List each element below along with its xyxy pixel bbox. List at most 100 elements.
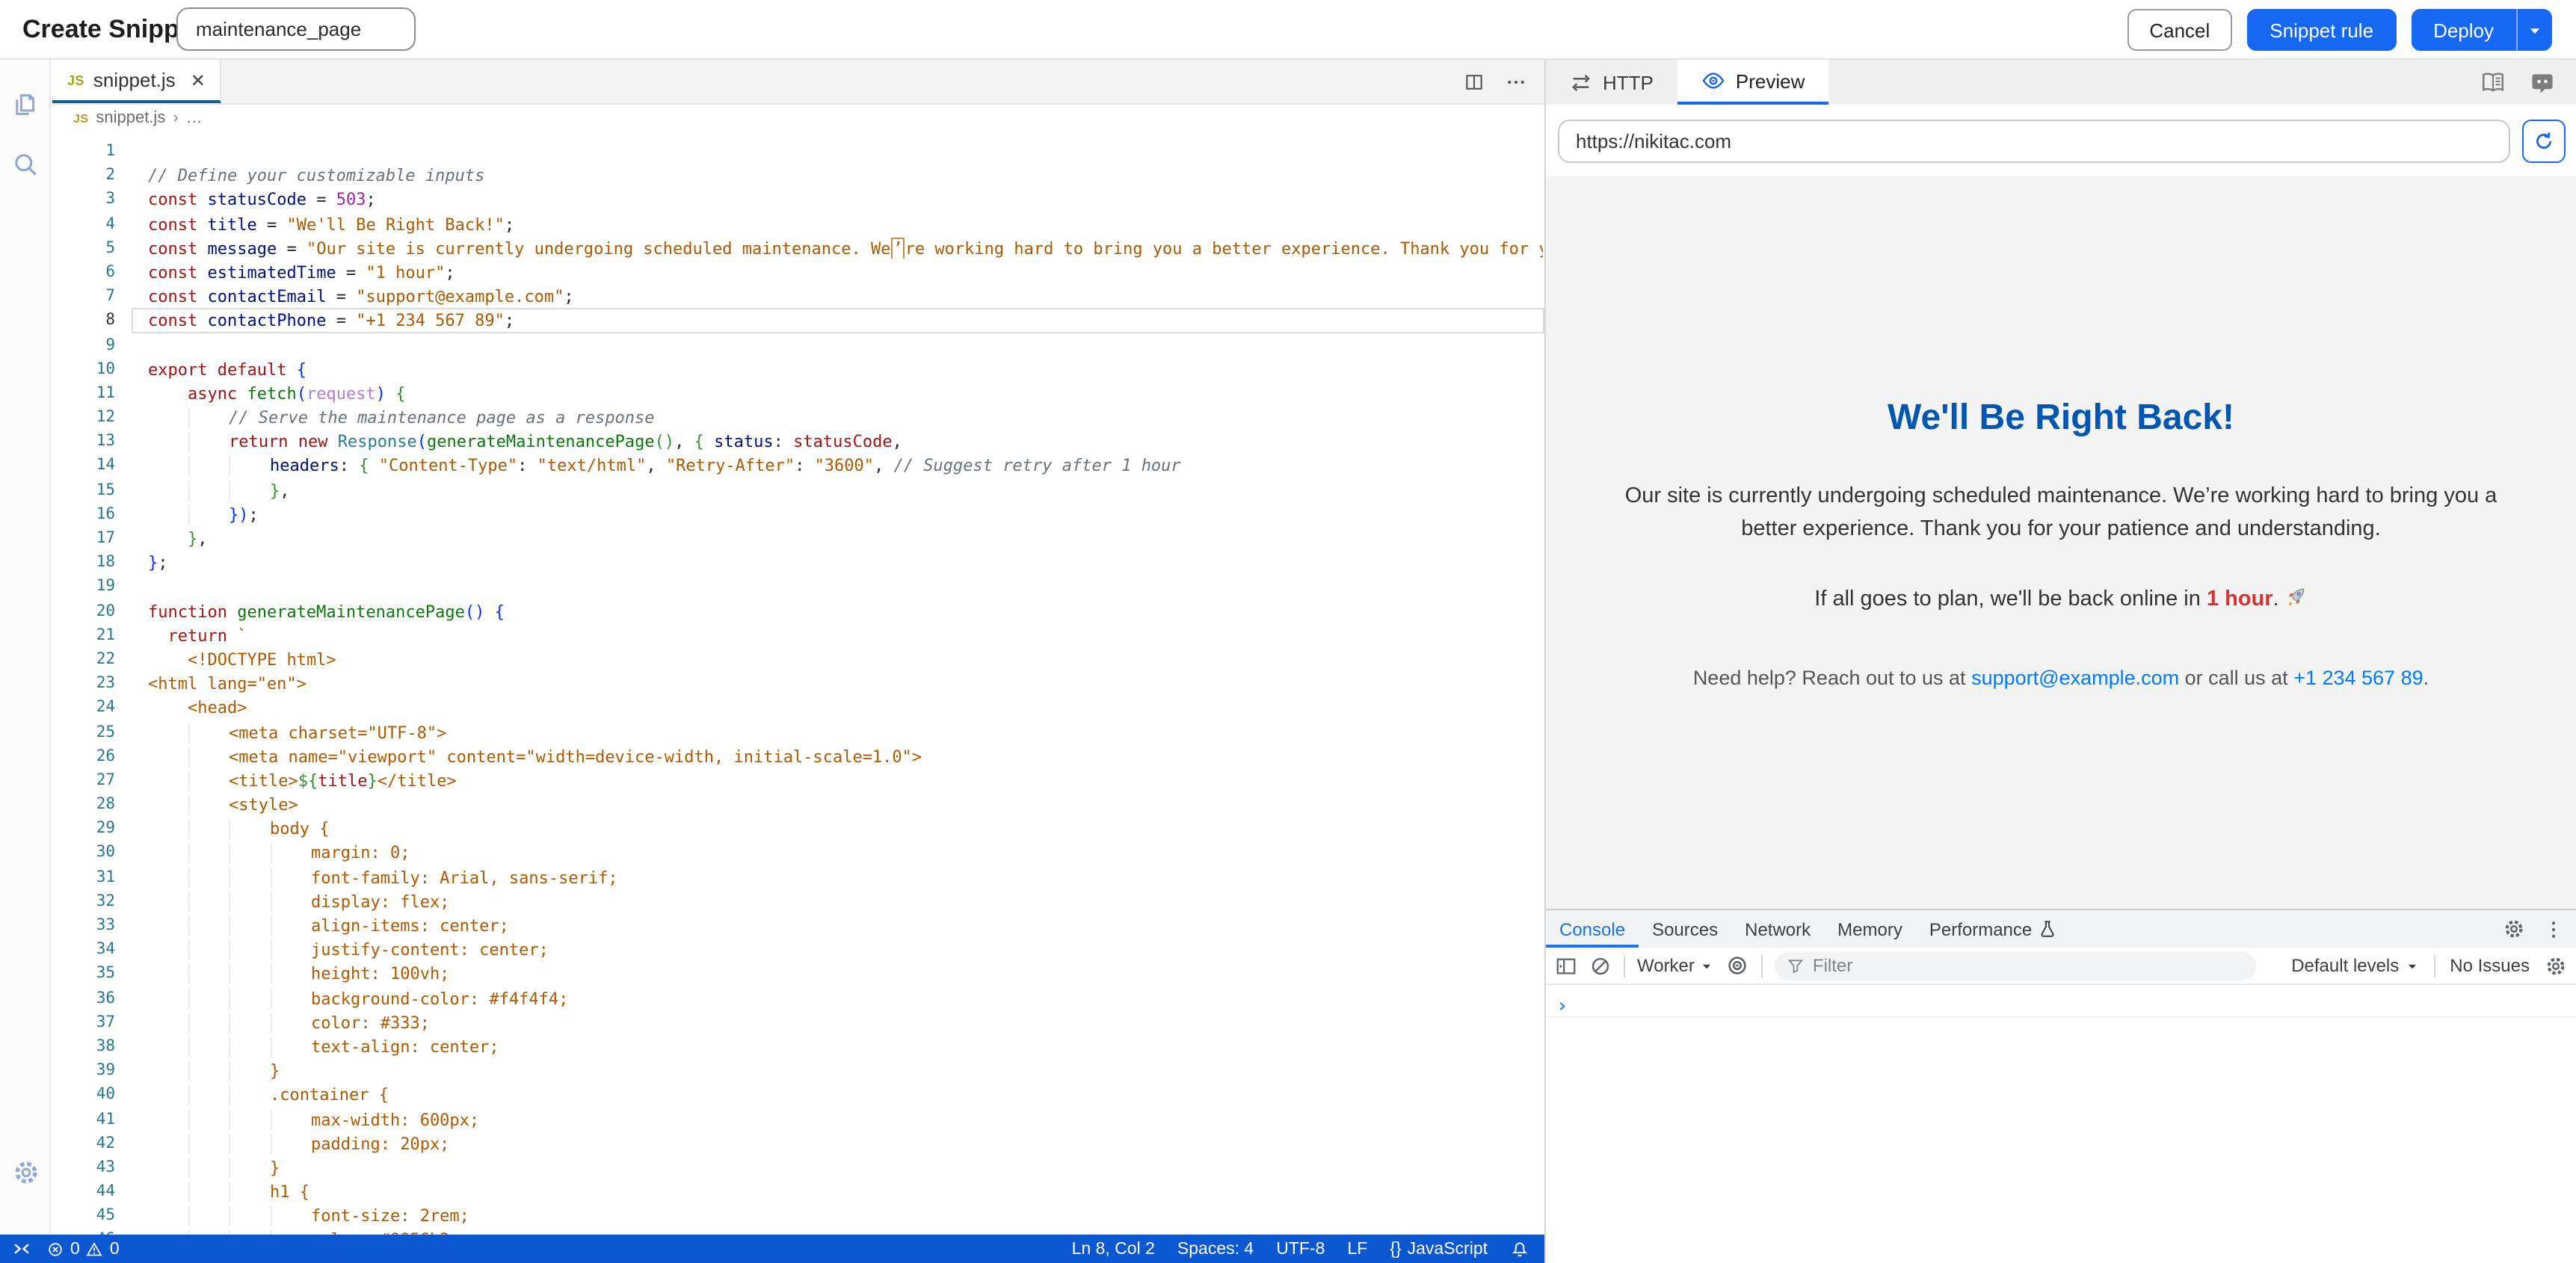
line-number[interactable]: 20 — [52, 599, 132, 623]
tab-preview[interactable]: Preview — [1677, 60, 1829, 105]
code-line[interactable]: 19 — [52, 575, 1544, 599]
line-number[interactable]: 16 — [52, 502, 132, 526]
cancel-button[interactable]: Cancel — [2127, 9, 2232, 51]
line-number[interactable]: 2 — [52, 163, 132, 187]
console-settings-gear-icon[interactable] — [2545, 954, 2567, 977]
code-line[interactable]: 40 .container { — [52, 1083, 1544, 1107]
line-number[interactable]: 4 — [52, 211, 132, 235]
code-line[interactable]: 11 async fetch(request) { — [52, 381, 1544, 405]
line-number[interactable]: 1 — [52, 139, 132, 163]
line-number[interactable]: 21 — [52, 623, 132, 647]
code-line[interactable]: 24 <head> — [52, 696, 1544, 720]
code-line[interactable]: 29 body { — [52, 817, 1544, 841]
line-number[interactable]: 10 — [52, 356, 132, 380]
line-number[interactable]: 7 — [52, 284, 132, 308]
breadcrumb[interactable]: JS snippet.js › … — [52, 105, 1544, 132]
code-line[interactable]: 10export default { — [52, 356, 1544, 380]
line-number[interactable]: 6 — [52, 260, 132, 284]
line-number[interactable]: 15 — [52, 478, 132, 501]
language-mode[interactable]: {} JavaScript — [1390, 1240, 1488, 1258]
code-line[interactable]: 31 font-family: Arial, sans-serif; — [52, 865, 1544, 889]
line-number[interactable]: 34 — [52, 937, 132, 961]
refresh-button[interactable] — [2522, 119, 2566, 162]
devtools-tab-network[interactable]: Network — [1731, 910, 1824, 948]
code-line[interactable]: 28 <style> — [52, 792, 1544, 816]
code-line[interactable]: 7const contactEmail = "support@example.c… — [52, 284, 1544, 308]
code-line[interactable]: 35 height: 100vh; — [52, 962, 1544, 986]
discord-icon[interactable] — [2530, 70, 2555, 95]
code-line[interactable]: 1 — [52, 139, 1544, 163]
notifications-bell-icon[interactable] — [1510, 1239, 1529, 1259]
line-number[interactable]: 13 — [52, 430, 132, 454]
code-line[interactable]: 8const contactPhone = "+1 234 567 89"; — [52, 309, 1544, 333]
close-tab-icon[interactable]: ✕ — [191, 70, 206, 90]
line-number[interactable]: 23 — [52, 671, 132, 695]
line-number[interactable]: 40 — [52, 1083, 132, 1107]
line-number[interactable]: 37 — [52, 1010, 132, 1034]
line-number[interactable]: 32 — [52, 889, 132, 913]
line-number[interactable]: 29 — [52, 817, 132, 841]
log-levels-selector[interactable]: Default levels — [2291, 955, 2418, 976]
code-line[interactable]: 5const message = "Our site is currently … — [52, 236, 1544, 260]
code-line[interactable]: 38 text-align: center; — [52, 1034, 1544, 1058]
context-selector[interactable]: Worker — [1637, 955, 1714, 976]
line-number[interactable]: 22 — [52, 647, 132, 671]
settings-gear-icon[interactable] — [0, 1142, 51, 1202]
encoding[interactable]: UTF-8 — [1276, 1240, 1325, 1258]
breadcrumb-more[interactable]: … — [186, 109, 203, 127]
line-number[interactable]: 31 — [52, 865, 132, 889]
devtools-tab-console[interactable]: Console — [1546, 910, 1639, 948]
deploy-caret-button[interactable] — [2516, 9, 2552, 51]
code-line[interactable]: 33 align-items: center; — [52, 913, 1544, 937]
line-number[interactable]: 12 — [52, 405, 132, 429]
line-number[interactable]: 17 — [52, 526, 132, 550]
tab-http[interactable]: HTTP — [1546, 60, 1677, 105]
code-line[interactable]: 22 <!DOCTYPE html> — [52, 647, 1544, 671]
code-line[interactable]: 4const title = "We'll Be Right Back!"; — [52, 211, 1544, 235]
tab-snippet-js[interactable]: JS snippet.js ✕ — [52, 60, 222, 103]
breadcrumb-file[interactable]: snippet.js — [96, 109, 165, 127]
code-line[interactable]: 41 max-width: 600px; — [52, 1107, 1544, 1131]
line-number[interactable]: 9 — [52, 333, 132, 356]
files-icon[interactable] — [0, 75, 51, 135]
code-line[interactable]: 21 return ` — [52, 623, 1544, 647]
line-number[interactable]: 5 — [52, 236, 132, 260]
line-number[interactable]: 42 — [52, 1131, 132, 1155]
console-filter-input[interactable]: Filter — [1775, 951, 2257, 980]
code-line[interactable]: 20function generateMaintenancePage() { — [52, 599, 1544, 623]
line-number[interactable]: 28 — [52, 792, 132, 816]
devtools-settings-gear-icon[interactable] — [2503, 918, 2525, 940]
code-line[interactable]: 32 display: flex; — [52, 889, 1544, 913]
code-line[interactable]: 25 <meta charset="UTF-8"> — [52, 720, 1544, 744]
code-line[interactable]: 13 return new Response(generateMaintenan… — [52, 430, 1544, 454]
console-sidebar-icon[interactable] — [1555, 954, 1577, 977]
code-content[interactable]: 12// Define your customizable inputs3con… — [52, 132, 1544, 1235]
url-input[interactable] — [1558, 119, 2510, 162]
search-icon[interactable] — [0, 135, 51, 194]
code-line[interactable]: 14 headers: { "Content-Type": "text/html… — [52, 454, 1544, 478]
snippet-name-input[interactable] — [176, 7, 416, 51]
eol-type[interactable]: LF — [1347, 1240, 1367, 1258]
line-number[interactable]: 33 — [52, 913, 132, 937]
code-line[interactable]: 45 font-size: 2rem; — [52, 1204, 1544, 1228]
docs-book-icon[interactable] — [2480, 70, 2506, 95]
line-number[interactable]: 43 — [52, 1155, 132, 1179]
issues-counter[interactable]: No Issues — [2450, 955, 2530, 976]
code-line[interactable]: 3const statusCode = 503; — [52, 188, 1544, 211]
code-line[interactable]: 43 } — [52, 1155, 1544, 1179]
errors-status[interactable]: 0 0 — [46, 1240, 120, 1258]
indentation[interactable]: Spaces: 4 — [1177, 1240, 1254, 1258]
remote-indicator-icon[interactable] — [12, 1239, 31, 1259]
code-line[interactable]: 34 justify-content: center; — [52, 937, 1544, 961]
deploy-button[interactable]: Deploy — [2411, 9, 2516, 51]
clear-console-icon[interactable] — [1589, 954, 1612, 977]
code-line[interactable]: 39 } — [52, 1058, 1544, 1082]
phone-link[interactable]: +1 234 567 89 — [2293, 666, 2423, 688]
code-line[interactable]: 6const estimatedTime = "1 hour"; — [52, 260, 1544, 284]
code-line[interactable]: 30 margin: 0; — [52, 841, 1544, 865]
devtools-tab-performance[interactable]: Performance — [1916, 910, 2071, 948]
line-number[interactable]: 38 — [52, 1034, 132, 1058]
cursor-position[interactable]: Ln 8, Col 2 — [1072, 1240, 1155, 1258]
code-line[interactable]: 9 — [52, 333, 1544, 356]
code-line[interactable]: 37 color: #333; — [52, 1010, 1544, 1034]
